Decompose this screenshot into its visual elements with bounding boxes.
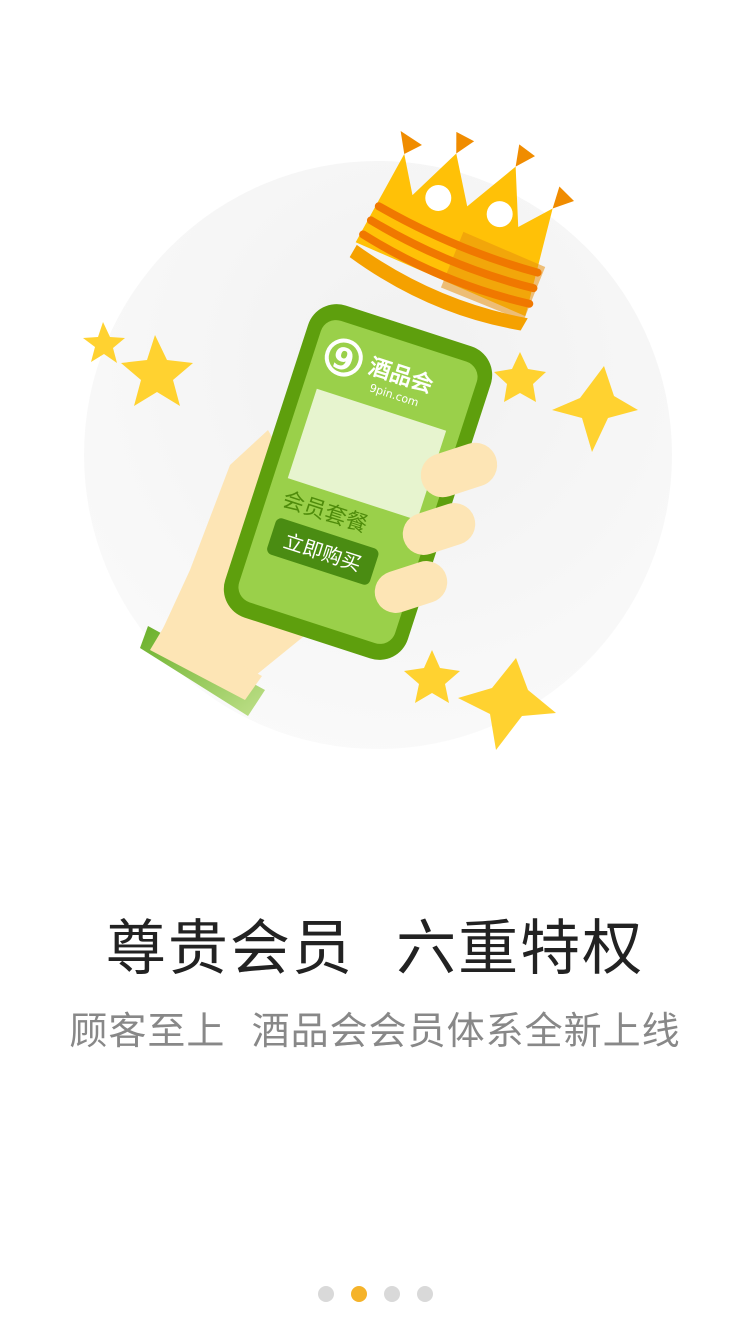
page-indicator [0, 1286, 750, 1302]
membership-illustration: 9 酒品会 9pin.com 会员套餐 立即购买 [83, 130, 672, 750]
onboarding-page: 9 酒品会 9pin.com 会员套餐 立即购买 尊贵会员 六重特权 顾客至上 … [0, 0, 750, 1334]
subline: 顾客至上 酒品会会员体系全新上线 [69, 1009, 681, 1053]
page-dot[interactable] [317, 1286, 334, 1302]
headline: 尊贵会员 六重特权 [105, 914, 645, 984]
page-dot[interactable] [350, 1286, 367, 1302]
page-dot[interactable] [383, 1286, 400, 1302]
page-dot[interactable] [416, 1286, 433, 1302]
